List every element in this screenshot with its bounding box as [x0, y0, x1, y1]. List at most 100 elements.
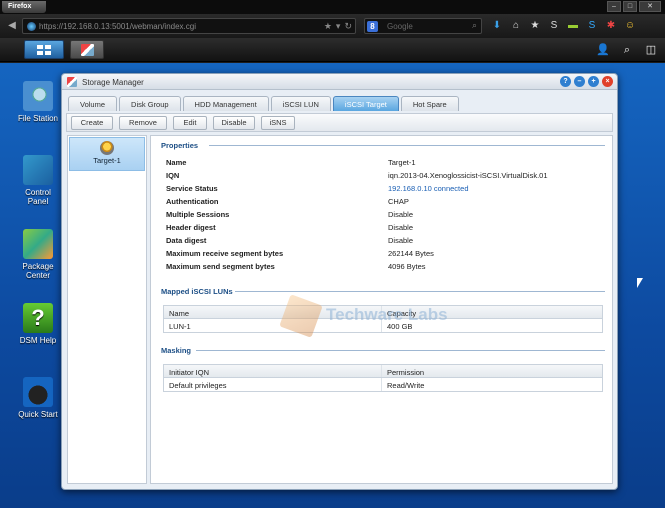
storage-manager-icon	[81, 44, 94, 56]
desktop-icon-package-center[interactable]: Package Center	[14, 229, 62, 280]
skype-icon[interactable]: S	[585, 19, 599, 33]
target-list: Target-1	[67, 135, 147, 484]
remove-button[interactable]: Remove	[119, 116, 167, 130]
browser-titlebar: Firefox – □ ✕	[0, 0, 665, 14]
property-value: CHAP	[388, 197, 409, 206]
browser-toolbar-icons: ⬇ ⌂ ★ S ▬ S ✱ ☺	[490, 19, 637, 33]
help-icon: ?	[23, 303, 53, 333]
back-arrow-icon[interactable]: ◀	[6, 20, 18, 32]
table-row[interactable]: Default privileges Read/Write	[164, 378, 602, 391]
minimize-button[interactable]: –	[607, 1, 621, 12]
download-icon[interactable]: ⬇	[490, 19, 504, 33]
tab-hot-spare[interactable]: Hot Spare	[400, 96, 459, 111]
search-placeholder[interactable]: Google	[387, 22, 413, 31]
firefox-menu-button[interactable]: Firefox	[2, 1, 46, 13]
bookmark-star-icon[interactable]: ★	[324, 21, 332, 32]
smiley-icon[interactable]: ☺	[623, 19, 637, 33]
window-title: Storage Manager	[82, 78, 144, 87]
maximize-button[interactable]: □	[623, 1, 637, 12]
tab-disk-group[interactable]: Disk Group	[119, 96, 181, 111]
mapped-luns-table: Name Capacity LUN-1 400 GB	[163, 305, 603, 333]
dropdown-arrow-icon[interactable]: ▾	[336, 21, 341, 32]
isns-button[interactable]: iSNS	[261, 116, 295, 130]
column-header-name[interactable]: Name	[164, 306, 382, 318]
disable-button[interactable]: Disable	[213, 116, 255, 130]
window-title-bar[interactable]: Storage Manager ? – + ×	[62, 74, 617, 90]
property-value: Target-1	[388, 158, 416, 167]
column-header-permission[interactable]: Permission	[382, 365, 602, 377]
taskbar-storage-manager-button[interactable]	[70, 40, 104, 59]
tab-iscsi-target[interactable]: iSCSI Target	[332, 96, 399, 111]
url-text[interactable]: https://192.168.0.13:5001/webman/index.c…	[39, 22, 196, 31]
create-button[interactable]: Create	[71, 116, 113, 130]
main-menu-button[interactable]	[24, 40, 64, 59]
addon-icon[interactable]: ▬	[566, 19, 580, 33]
toolbar: Create Remove Edit Disable iSNS	[66, 113, 613, 132]
masking-table: Initiator IQN Permission Default privile…	[163, 364, 603, 392]
property-value: Disable	[388, 210, 414, 219]
minimize-button[interactable]: –	[574, 76, 585, 87]
storage-manager-window: Storage Manager ? – + × Volume Disk Grou…	[61, 73, 618, 490]
desktop-icon-control-panel[interactable]: Control Panel	[14, 155, 62, 206]
browser-window-controls: – □ ✕	[607, 1, 661, 12]
search-bar[interactable]: 8 Google ⌕	[364, 18, 482, 34]
home-icon[interactable]: ⌂	[509, 19, 523, 33]
lun-capacity-cell: 400 GB	[387, 322, 413, 331]
table-row[interactable]: LUN-1 400 GB	[164, 319, 602, 332]
property-label: Multiple Sessions	[166, 210, 230, 219]
target-list-item-label: Target-1	[93, 156, 121, 165]
property-label: Maximum send segment bytes	[166, 262, 275, 271]
reload-icon[interactable]: ↻	[344, 21, 352, 32]
permission-cell: Read/Write	[387, 381, 425, 390]
tab-iscsi-lun[interactable]: iSCSI LUN	[270, 96, 331, 111]
property-label: Name	[166, 158, 187, 167]
tab-volume[interactable]: Volume	[68, 96, 118, 111]
column-header-initiator-iqn[interactable]: Initiator IQN	[164, 365, 382, 377]
search-engine-icon[interactable]: 8	[367, 21, 378, 32]
grid-icon	[37, 45, 51, 55]
property-label: Header digest	[166, 223, 216, 232]
url-bar[interactable]: https://192.168.0.13:5001/webman/index.c…	[22, 18, 356, 34]
mouse-cursor-icon	[637, 278, 643, 288]
edit-button[interactable]: Edit	[173, 116, 207, 130]
property-value: Disable	[388, 223, 414, 232]
browser-navbar: ◀ https://192.168.0.13:5001/webman/index…	[0, 14, 665, 38]
table-header: Name Capacity	[164, 306, 602, 319]
help-button[interactable]: ?	[560, 76, 571, 87]
property-value: 4096 Bytes	[388, 262, 426, 271]
target-list-item[interactable]: Target-1	[69, 137, 145, 171]
file-station-icon	[23, 81, 53, 111]
section-divider	[209, 145, 605, 146]
control-panel-icon	[23, 155, 53, 185]
desktop-icon-dsm-help[interactable]: ? DSM Help	[14, 303, 62, 345]
section-divider	[235, 291, 605, 292]
search-icon[interactable]: ⌕	[472, 20, 477, 31]
property-label: Service Status	[166, 184, 218, 193]
close-button[interactable]: ×	[602, 76, 613, 87]
sync-icon[interactable]: S	[547, 19, 561, 33]
property-label: Authentication	[166, 197, 219, 206]
maximize-button[interactable]: +	[588, 76, 599, 87]
storage-manager-icon	[67, 77, 77, 87]
widgets-icon[interactable]: ◫	[643, 42, 659, 58]
search-icon[interactable]: ⌕	[619, 42, 635, 58]
property-value: 262144 Bytes	[388, 249, 434, 258]
site-identity-icon[interactable]	[27, 22, 36, 31]
column-header-capacity[interactable]: Capacity	[382, 306, 602, 318]
dsm-taskbar: 👤 ⌕ ◫	[0, 38, 665, 62]
target-details-panel: Properties Name Target-1 IQN iqn.2013-04…	[150, 135, 613, 484]
tab-hdd-management[interactable]: HDD Management	[182, 96, 269, 111]
iscsi-target-icon	[100, 141, 114, 155]
service-status-value[interactable]: 192.168.0.10 connected	[388, 184, 469, 193]
desktop-icon-quick-start[interactable]: Quick Start	[14, 377, 62, 419]
package-center-icon	[23, 229, 53, 259]
desktop-icon-file-station[interactable]: File Station	[14, 81, 62, 123]
table-header: Initiator IQN Permission	[164, 365, 602, 378]
user-icon[interactable]: 👤	[595, 42, 611, 58]
bookmarks-icon[interactable]: ★	[528, 19, 542, 33]
property-label: IQN	[166, 171, 180, 180]
close-window-button[interactable]: ✕	[639, 1, 661, 12]
extension-icon[interactable]: ✱	[604, 19, 618, 33]
masking-section-title: Masking	[161, 346, 192, 355]
property-value: iqn.2013-04.Xenoglossicist-iSCSI.Virtual…	[388, 171, 548, 180]
